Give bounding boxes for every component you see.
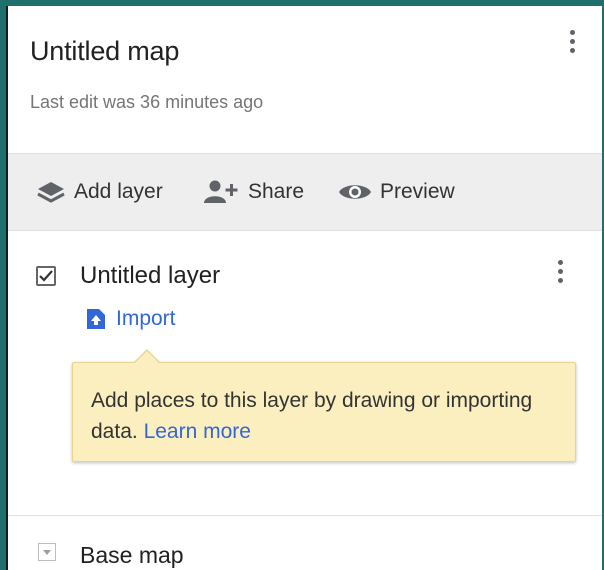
layer-hint-tooltip: Add places to this layer by drawing or i… xyxy=(72,349,576,462)
import-link[interactable]: Import xyxy=(86,307,176,331)
add-layer-button[interactable]: Add layer xyxy=(36,154,163,230)
map-panel: Untitled map Last edit was 36 minutes ag… xyxy=(6,6,602,570)
map-title[interactable]: Untitled map xyxy=(30,36,179,67)
preview-label: Preview xyxy=(380,180,455,203)
layer-visibility-checkbox[interactable] xyxy=(36,266,56,286)
base-map-toggle-chevron-down-icon[interactable] xyxy=(38,543,56,561)
base-map-row: Base map xyxy=(8,516,602,570)
upload-file-icon xyxy=(87,309,105,329)
layer-row: Untitled layer Import xyxy=(8,230,602,350)
add-layer-label: Add layer xyxy=(74,180,163,203)
base-map-label[interactable]: Base map xyxy=(80,542,184,569)
map-header: Untitled map Last edit was 36 minutes ag… xyxy=(8,6,602,153)
tooltip-text-block: Add places to this layer by drawing or i… xyxy=(91,385,561,447)
learn-more-link[interactable]: Learn more xyxy=(144,420,251,443)
map-toolbar: Add layer Share Preview xyxy=(8,153,602,231)
map-more-vert-icon[interactable] xyxy=(560,26,584,66)
import-label: Import xyxy=(116,307,176,330)
last-edit-status: Last edit was 36 minutes ago xyxy=(30,92,264,112)
layers-icon xyxy=(37,182,65,203)
preview-button[interactable]: Preview xyxy=(338,154,455,230)
share-button[interactable]: Share xyxy=(202,154,304,230)
check-icon xyxy=(39,270,53,282)
person-add-icon xyxy=(204,180,238,203)
layer-more-vert-icon[interactable] xyxy=(548,256,572,296)
share-label: Share xyxy=(248,180,305,203)
eye-icon xyxy=(339,185,371,199)
layer-name[interactable]: Untitled layer xyxy=(80,262,220,290)
